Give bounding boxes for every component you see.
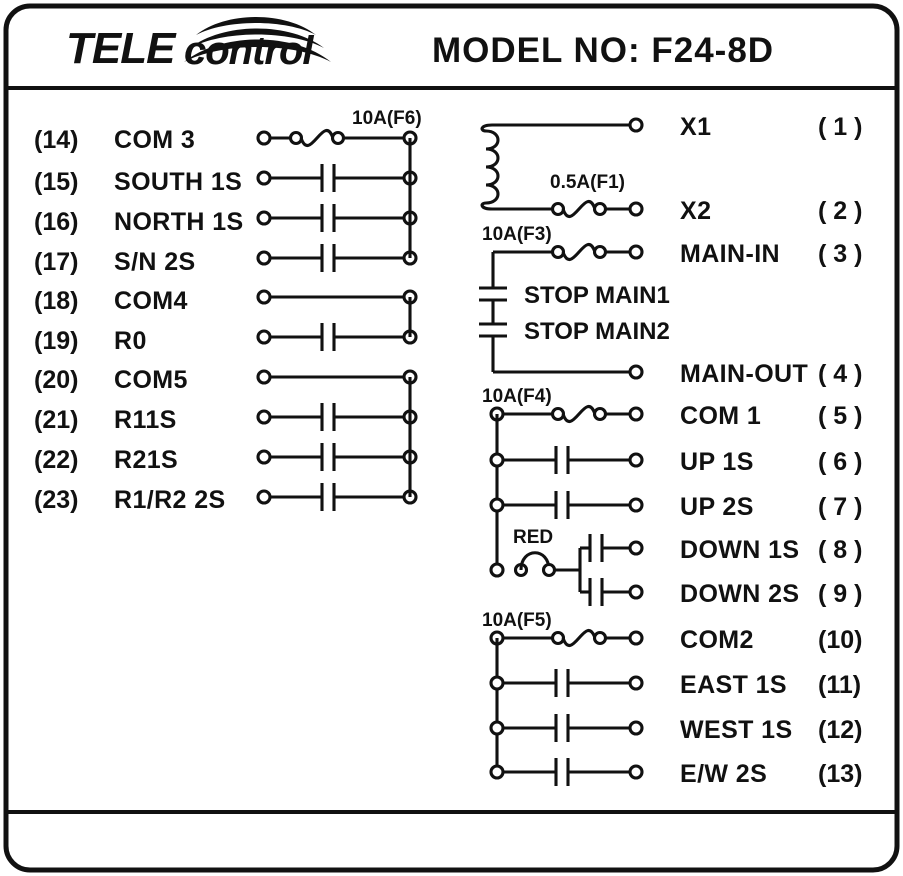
left-row-18-circuit — [256, 289, 418, 305]
left-circuit-group: (14) COM 3 (15) SOUTH 1S (16) NORTH 1S (… — [34, 108, 422, 514]
right-row-num: ( 5 ) — [818, 402, 862, 430]
right-row-name: DOWN 2S — [680, 580, 799, 608]
right-row-name: DOWN 1S — [680, 536, 799, 564]
brand-tele-text: TELE — [66, 24, 177, 73]
right-row-name: WEST 1S — [680, 716, 793, 744]
left-row-num: (21) — [34, 406, 78, 434]
right-row-num: ( 7 ) — [818, 493, 862, 521]
fuse-label-f6: 10A(F6) — [352, 108, 422, 129]
fuse-label-f4: 10A(F4) — [482, 386, 552, 407]
left-row-14-circuit — [256, 129, 418, 147]
left-labels: (14) COM 3 (15) SOUTH 1S (16) NORTH 1S (… — [34, 126, 244, 514]
left-row-19-circuit — [256, 323, 418, 351]
left-row-name: R1/R2 2S — [114, 486, 226, 514]
model-number-text: MODEL NO: F24-8D — [432, 31, 774, 70]
fuse-f1-icon — [550, 200, 644, 218]
left-row-num: (20) — [34, 366, 78, 394]
right-row-name: X1 — [680, 113, 711, 141]
right-row-num: ( 4 ) — [818, 360, 862, 388]
left-row-num: (18) — [34, 287, 78, 315]
fuse-label-f1: 0.5A(F1) — [550, 172, 625, 193]
right-row-num: (12) — [818, 716, 862, 744]
right-row-name: X2 — [680, 197, 711, 225]
left-row-name: R0 — [114, 327, 147, 355]
wiring-label-panel: TELE control MODEL NO: F24-8D (14) COM 3… — [0, 0, 903, 876]
right-row-num: ( 2 ) — [818, 197, 862, 225]
left-row-num: (23) — [34, 486, 78, 514]
brand-logo: TELE control — [66, 17, 331, 73]
right-row-num: ( 8 ) — [818, 536, 862, 564]
fuse-label-f3: 10A(F3) — [482, 224, 552, 245]
right-labels: X1 ( 1 ) X2 ( 2 ) MAIN-IN ( 3 ) MAIN-OUT… — [680, 113, 862, 788]
left-row-name: SOUTH 1S — [114, 168, 242, 196]
right-row-name: MAIN-IN — [680, 240, 780, 268]
left-row-num: (15) — [34, 168, 78, 196]
left-row-15-circuit — [256, 164, 418, 192]
left-row-num: (14) — [34, 126, 78, 154]
right-row-name: COM 1 — [680, 402, 761, 430]
stop-main-chain — [479, 252, 644, 380]
left-row-name: COM4 — [114, 287, 188, 315]
right-row-num: ( 1 ) — [818, 113, 862, 141]
left-row-17-circuit — [256, 244, 418, 272]
left-row-16-circuit — [256, 204, 418, 232]
left-row-num: (16) — [34, 208, 78, 236]
right-row-num: (13) — [818, 760, 862, 788]
left-row-name: NORTH 1S — [114, 208, 244, 236]
right-row-num: ( 9 ) — [818, 580, 862, 608]
stop-main-2-label: STOP MAIN2 — [524, 318, 670, 345]
right-row-name: UP 2S — [680, 493, 754, 521]
right-row-num: (10) — [818, 626, 862, 654]
right-row-name: MAIN-OUT — [680, 360, 808, 388]
left-row-23-circuit — [256, 483, 418, 511]
left-row-name: COM5 — [114, 366, 188, 394]
right-row-num: ( 6 ) — [818, 448, 862, 476]
right-row-num: ( 3 ) — [818, 240, 862, 268]
right-row-num: (11) — [818, 671, 861, 699]
main-in-circuit — [493, 243, 644, 261]
com2-group-circuit — [489, 629, 644, 786]
fuse-label-f5: 10A(F5) — [482, 610, 552, 631]
red-label: RED — [513, 527, 553, 548]
left-row-20-circuit — [256, 369, 418, 385]
right-row-name: E/W 2S — [680, 760, 767, 788]
left-row-num: (17) — [34, 248, 78, 276]
left-row-name: COM 3 — [114, 126, 195, 154]
right-row-name: COM2 — [680, 626, 754, 654]
left-row-name: S/N 2S — [114, 248, 196, 276]
brand-control-text: control — [184, 29, 314, 73]
left-row-num: (19) — [34, 327, 78, 355]
right-row-name: EAST 1S — [680, 671, 787, 699]
transformer-coil-icon — [480, 117, 644, 211]
left-row-21-circuit — [256, 403, 418, 431]
left-row-name: R11S — [114, 406, 177, 434]
left-row-22-circuit — [256, 443, 418, 471]
stop-main-1-label: STOP MAIN1 — [524, 282, 670, 309]
right-row-name: UP 1S — [680, 448, 754, 476]
left-row-name: R21S — [114, 446, 178, 474]
right-circuit-group: 0.5A(F1) 10A(F3) STOP MAIN1 STOP MAIN2 1… — [479, 113, 862, 788]
left-row-num: (22) — [34, 446, 78, 474]
